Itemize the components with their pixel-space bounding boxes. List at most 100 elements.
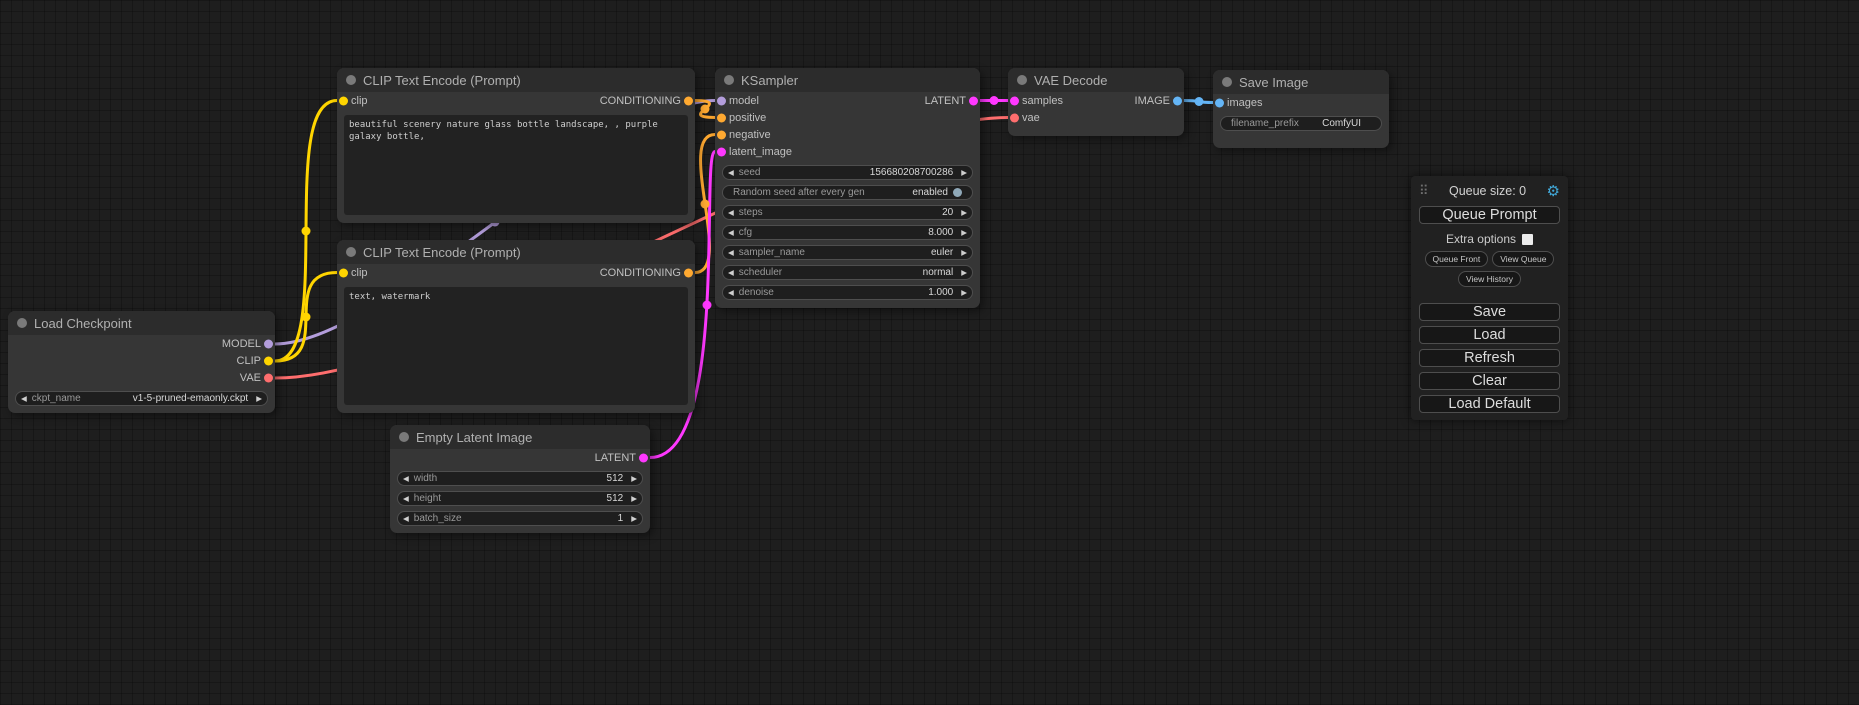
widget-value: 1 [618, 513, 627, 524]
output-port-latent[interactable] [639, 453, 648, 462]
input-port-clip[interactable] [339, 268, 348, 277]
input-port-images[interactable] [1215, 98, 1224, 107]
combo-left-arrow-icon[interactable]: ◀ [723, 229, 739, 237]
combo-right-arrow-icon[interactable]: ▶ [956, 249, 972, 257]
output-port-clip[interactable] [264, 356, 273, 365]
widget-denoise[interactable]: ◀ denoise 1.000 ▶ [722, 285, 973, 300]
output-label-conditioning: CONDITIONING [600, 95, 681, 107]
combo-left-arrow-icon[interactable]: ◀ [398, 475, 414, 483]
widget-batch-size[interactable]: ◀ batch_size 1 ▶ [397, 511, 643, 526]
output-port-conditioning[interactable] [684, 268, 693, 277]
load-button[interactable]: Load [1419, 326, 1560, 344]
node-graph-canvas[interactable]: Load Checkpoint MODEL CLIP VAE ◀ ckpt_na… [0, 0, 1859, 705]
combo-left-arrow-icon[interactable]: ◀ [723, 289, 739, 297]
node-clip-text-encode-positive[interactable]: CLIP Text Encode (Prompt) clip CONDITION… [337, 68, 695, 223]
collapse-dot[interactable] [399, 432, 409, 442]
input-label-negative: negative [729, 129, 771, 141]
widget-height[interactable]: ◀ height 512 ▶ [397, 491, 643, 506]
output-label-latent: LATENT [925, 95, 966, 107]
combo-left-arrow-icon[interactable]: ◀ [723, 249, 739, 257]
refresh-button[interactable]: Refresh [1419, 349, 1560, 367]
widget-value: ComfyUI [1322, 118, 1371, 129]
output-port-conditioning[interactable] [684, 96, 693, 105]
node-titlebar[interactable]: Load Checkpoint [8, 311, 275, 335]
input-port-negative[interactable] [717, 130, 726, 139]
prompt-textarea[interactable]: beautiful scenery nature glass bottle la… [344, 115, 688, 215]
node-ksampler[interactable]: KSampler model LATENT positive negative … [715, 68, 980, 308]
node-clip-text-encode-negative[interactable]: CLIP Text Encode (Prompt) clip CONDITION… [337, 240, 695, 413]
output-port-latent[interactable] [969, 96, 978, 105]
input-port-samples[interactable] [1010, 96, 1019, 105]
combo-left-arrow-icon[interactable]: ◀ [16, 395, 32, 403]
node-save-image[interactable]: Save Image images filename_prefix ComfyU… [1213, 70, 1389, 148]
node-titlebar[interactable]: CLIP Text Encode (Prompt) [337, 240, 695, 264]
widget-seed[interactable]: ◀ seed 156680208700286 ▶ [722, 165, 973, 180]
node-vae-decode[interactable]: VAE Decode samples IMAGE vae [1008, 68, 1184, 136]
widget-cfg[interactable]: ◀ cfg 8.000 ▶ [722, 225, 973, 240]
node-empty-latent-image[interactable]: Empty Latent Image LATENT ◀ width 512 ▶ … [390, 425, 650, 533]
combo-right-arrow-icon[interactable]: ▶ [956, 269, 972, 277]
combo-right-arrow-icon[interactable]: ▶ [956, 289, 972, 297]
output-port-vae[interactable] [264, 373, 273, 382]
combo-left-arrow-icon[interactable]: ◀ [398, 495, 414, 503]
settings-gear-icon[interactable]: ⚙ [1547, 184, 1560, 199]
widget-steps[interactable]: ◀ steps 20 ▶ [722, 205, 973, 220]
node-titlebar[interactable]: KSampler [715, 68, 980, 92]
save-button[interactable]: Save [1419, 303, 1560, 321]
queue-prompt-button[interactable]: Queue Prompt [1419, 206, 1560, 224]
collapse-dot[interactable] [346, 75, 356, 85]
comfy-menu-panel: ⠿ Queue size: 0 ⚙ Queue Prompt Extra opt… [1411, 176, 1568, 420]
collapse-dot[interactable] [1222, 77, 1232, 87]
combo-right-arrow-icon[interactable]: ▶ [956, 169, 972, 177]
input-port-positive[interactable] [717, 113, 726, 122]
widget-label: denoise [739, 287, 774, 298]
widget-width[interactable]: ◀ width 512 ▶ [397, 471, 643, 486]
view-history-button[interactable]: View History [1458, 271, 1521, 287]
widget-sampler-name[interactable]: ◀ sampler_name euler ▶ [722, 245, 973, 260]
widget-label: Random seed after every gen [733, 187, 865, 198]
widget-random-seed-toggle[interactable]: Random seed after every gen enabled [722, 185, 973, 200]
widget-scheduler[interactable]: ◀ scheduler normal ▶ [722, 265, 973, 280]
widget-filename-prefix[interactable]: filename_prefix ComfyUI [1220, 116, 1382, 131]
input-label-vae: vae [1022, 112, 1040, 124]
load-default-button[interactable]: Load Default [1419, 395, 1560, 413]
combo-right-arrow-icon[interactable]: ▶ [626, 515, 642, 523]
view-queue-button[interactable]: View Queue [1492, 251, 1554, 267]
combo-right-arrow-icon[interactable]: ▶ [626, 475, 642, 483]
node-titlebar[interactable]: CLIP Text Encode (Prompt) [337, 68, 695, 92]
combo-left-arrow-icon[interactable]: ◀ [723, 169, 739, 177]
extra-options-checkbox[interactable] [1522, 234, 1533, 245]
combo-left-arrow-icon[interactable]: ◀ [723, 209, 739, 217]
input-port-latent-image[interactable] [717, 147, 726, 156]
combo-right-arrow-icon[interactable]: ▶ [251, 395, 267, 403]
drag-handle-icon[interactable]: ⠿ [1419, 183, 1429, 199]
toggle-dot-icon[interactable] [953, 188, 962, 197]
widget-value: 512 [607, 473, 627, 484]
collapse-dot[interactable] [1017, 75, 1027, 85]
node-title: Save Image [1239, 75, 1308, 90]
output-port-image[interactable] [1173, 96, 1182, 105]
prompt-textarea[interactable]: text, watermark [344, 287, 688, 405]
collapse-dot[interactable] [346, 247, 356, 257]
clear-button[interactable]: Clear [1419, 372, 1560, 390]
wire-clip-positive [275, 101, 337, 362]
input-port-model[interactable] [717, 96, 726, 105]
node-titlebar[interactable]: VAE Decode [1008, 68, 1184, 92]
collapse-dot[interactable] [724, 75, 734, 85]
combo-left-arrow-icon[interactable]: ◀ [398, 515, 414, 523]
combo-right-arrow-icon[interactable]: ▶ [956, 229, 972, 237]
combo-left-arrow-icon[interactable]: ◀ [723, 269, 739, 277]
output-port-model[interactable] [264, 339, 273, 348]
combo-right-arrow-icon[interactable]: ▶ [956, 209, 972, 217]
input-port-vae[interactable] [1010, 113, 1019, 122]
queue-front-button[interactable]: Queue Front [1425, 251, 1489, 267]
node-titlebar[interactable]: Save Image [1213, 70, 1389, 94]
collapse-dot[interactable] [17, 318, 27, 328]
node-titlebar[interactable]: Empty Latent Image [390, 425, 650, 449]
combo-right-arrow-icon[interactable]: ▶ [626, 495, 642, 503]
widget-value: 8.000 [928, 227, 956, 238]
widget-ckpt-name[interactable]: ◀ ckpt_name v1-5-pruned-emaonly.ckpt ▶ [15, 391, 268, 406]
node-load-checkpoint[interactable]: Load Checkpoint MODEL CLIP VAE ◀ ckpt_na… [8, 311, 275, 413]
input-label-images: images [1227, 97, 1262, 109]
input-port-clip[interactable] [339, 96, 348, 105]
